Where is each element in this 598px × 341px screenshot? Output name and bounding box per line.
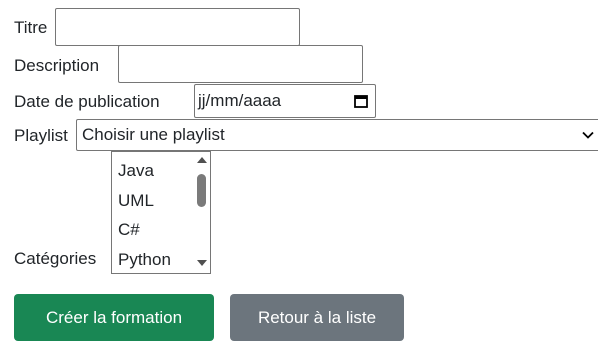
category-option-uml[interactable]: UML	[118, 186, 194, 216]
category-option-csharp[interactable]: C#	[118, 215, 194, 245]
playlist-select[interactable]: Choisir une playlist	[76, 119, 598, 151]
titre-input[interactable]	[55, 8, 300, 46]
formation-form: Titre Description Date de publication jj…	[0, 0, 598, 341]
playlist-label: Playlist	[14, 126, 68, 145]
calendar-icon[interactable]	[353, 93, 369, 109]
chevron-down-icon	[581, 128, 595, 142]
create-formation-button[interactable]: Créer la formation	[14, 294, 214, 341]
playlist-selected-value: Choisir une playlist	[82, 125, 225, 144]
categories-listbox[interactable]: Java UML C# Python	[111, 151, 211, 274]
titre-label: Titre	[14, 18, 48, 37]
categories-scrollbar[interactable]	[194, 153, 209, 272]
category-option-java[interactable]: Java	[118, 156, 194, 186]
date-publication-input[interactable]: jj/mm/aaaa	[194, 84, 376, 118]
description-label: Description	[14, 56, 100, 75]
category-option-python[interactable]: Python	[118, 245, 194, 274]
categories-options: Java UML C# Python	[118, 156, 194, 274]
scroll-up-arrow-icon[interactable]	[197, 157, 207, 163]
description-input[interactable]	[118, 45, 363, 83]
back-to-list-button[interactable]: Retour à la liste	[230, 294, 404, 341]
date-label: Date de publication	[14, 92, 160, 111]
scroll-down-arrow-icon[interactable]	[197, 260, 207, 266]
date-placeholder: jj/mm/aaaa	[198, 91, 282, 110]
scroll-thumb[interactable]	[197, 174, 206, 207]
categories-label: Catégories	[14, 249, 97, 268]
